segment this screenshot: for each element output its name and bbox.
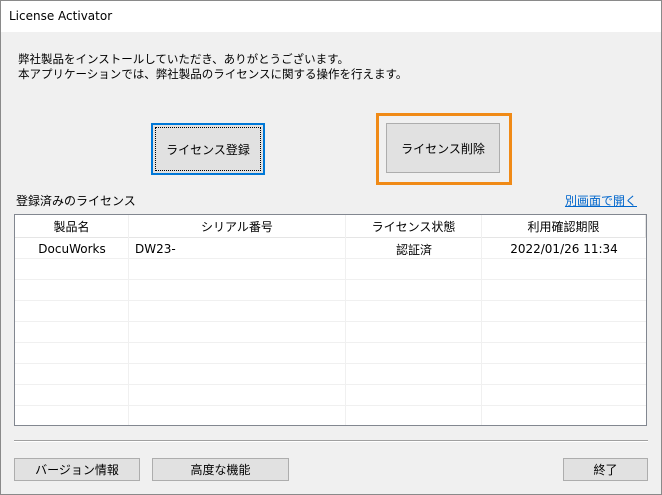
column-divider xyxy=(481,215,482,425)
license-table[interactable]: 製品名 シリアル番号 ライセンス状態 利用確認期限 DocuWorks DW23… xyxy=(14,214,647,426)
exit-label: 終了 xyxy=(593,463,618,477)
column-header-status[interactable]: ライセンス状態 xyxy=(346,215,482,237)
cell-product: DocuWorks xyxy=(38,242,106,256)
window-title: License Activator xyxy=(9,9,113,23)
register-license-button[interactable]: ライセンス登録 xyxy=(151,123,265,175)
open-in-separate-window-link[interactable]: 別画面で開く xyxy=(565,192,637,209)
focus-rectangle xyxy=(155,127,261,171)
cell-status: 認証済 xyxy=(395,242,432,257)
table-row[interactable]: DocuWorks DW23- 認証済 2022/01/26 11:34 xyxy=(15,238,646,260)
column-divider xyxy=(345,215,346,425)
advanced-features-button[interactable]: 高度な機能 xyxy=(152,458,289,481)
intro-text: 弊社製品をインストールしていただき、ありがとうございます。 本アプリケーションで… xyxy=(18,52,407,82)
cell-serial: DW23- xyxy=(135,242,176,256)
divider xyxy=(14,440,648,442)
column-header-serial[interactable]: シリアル番号 xyxy=(129,215,346,237)
cell-expiry: 2022/01/26 11:34 xyxy=(510,242,618,256)
version-info-label: バージョン情報 xyxy=(35,463,119,477)
license-activator-window: License Activator 弊社製品をインストールしていただき、ありがと… xyxy=(0,0,662,495)
intro-line-2: 本アプリケーションでは、弊社製品のライセンスに関する操作を行えます。 xyxy=(18,67,408,81)
column-divider xyxy=(128,215,129,425)
exit-button[interactable]: 終了 xyxy=(563,458,648,481)
column-header-product[interactable]: 製品名 xyxy=(15,215,129,237)
table-grid xyxy=(15,238,646,425)
table-header: 製品名 シリアル番号 ライセンス状態 利用確認期限 xyxy=(15,215,646,238)
title-bar[interactable]: License Activator xyxy=(1,1,661,32)
registered-licenses-label: 登録済みのライセンス xyxy=(16,194,136,208)
advanced-features-label: 高度な機能 xyxy=(190,463,251,477)
column-header-expiry[interactable]: 利用確認期限 xyxy=(482,215,646,237)
highlight-box xyxy=(376,113,512,185)
version-info-button[interactable]: バージョン情報 xyxy=(14,458,140,481)
intro-line-1: 弊社製品をインストールしていただき、ありがとうございます。 xyxy=(18,52,349,66)
